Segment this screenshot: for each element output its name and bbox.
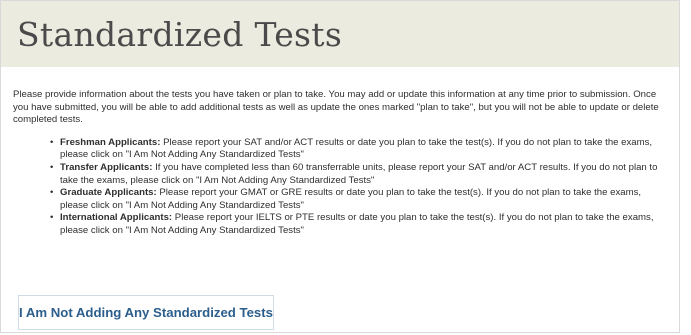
page-header: Standardized Tests	[1, 1, 679, 67]
bullet-label: Graduate Applicants:	[60, 187, 157, 199]
content-area: Please provide information about the tes…	[1, 67, 679, 238]
list-item-transfer: • Transfer Applicants: If you have compl…	[50, 161, 667, 187]
bullet-label: International Applicants:	[60, 212, 173, 224]
intro-text: Please provide information about the tes…	[13, 89, 659, 126]
bullet-icon: •	[50, 187, 54, 199]
not-adding-tests-button[interactable]: I Am Not Adding Any Standardized Tests	[18, 295, 274, 330]
bullet-icon: •	[50, 136, 54, 148]
list-item-graduate: • Graduate Applicants: Please report you…	[50, 187, 667, 212]
bullet-icon: •	[50, 212, 54, 224]
bullet-icon: •	[50, 161, 54, 173]
applicant-instructions-list: • Freshman Applicants: Please report you…	[13, 137, 667, 238]
standardized-tests-panel: Standardized Tests Please provide inform…	[0, 0, 680, 333]
bullet-label: Freshman Applicants:	[60, 136, 161, 148]
bullet-label: Transfer Applicants:	[60, 161, 153, 173]
list-item-freshman: • Freshman Applicants: Please report you…	[50, 136, 667, 162]
page-title: Standardized Tests	[17, 14, 343, 54]
list-item-international: • International Applicants: Please repor…	[50, 212, 667, 237]
